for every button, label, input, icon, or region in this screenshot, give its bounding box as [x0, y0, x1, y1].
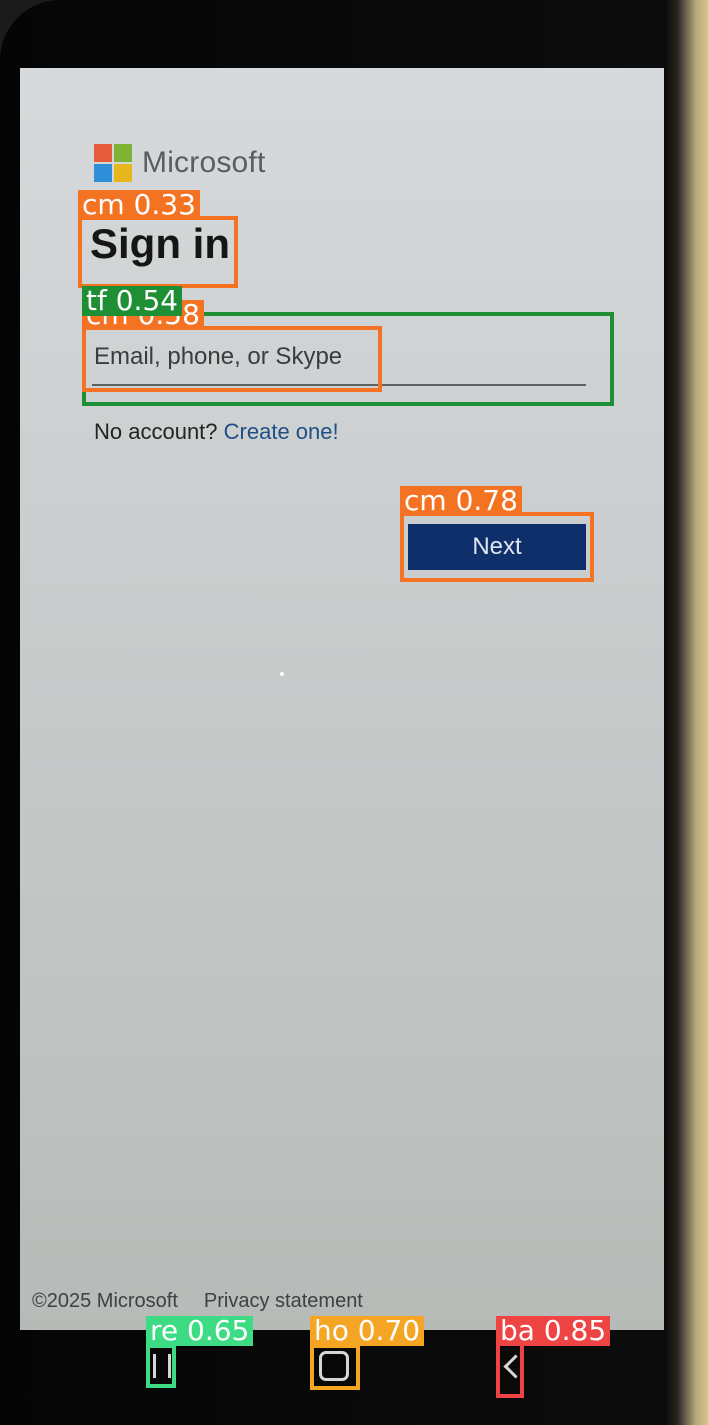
detection-box-home	[310, 1344, 360, 1390]
detection-box-title	[78, 216, 238, 288]
brand-name: Microsoft	[142, 146, 266, 179]
detection-box-next	[400, 512, 594, 582]
footer: ©2025 Microsoft Privacy statement	[32, 1290, 363, 1313]
touch-indicator	[280, 672, 284, 676]
copyright-text: ©2025 Microsoft	[32, 1290, 178, 1312]
privacy-link[interactable]: Privacy statement	[204, 1290, 363, 1313]
detection-tag-home: ho 0.70	[310, 1316, 425, 1346]
background-edge	[678, 0, 708, 1425]
microsoft-logo-icon	[94, 144, 132, 182]
microsoft-logo: Microsoft	[94, 144, 266, 182]
detection-box-email	[82, 326, 382, 392]
detection-tag-back: ba 0.85	[496, 1316, 611, 1346]
detection-tag-textfield: tf 0.54	[82, 286, 183, 316]
detection-tag-title: cm 0.33	[78, 190, 200, 220]
create-account-link[interactable]: Create one!	[224, 419, 339, 444]
no-account-text: No account? Create one!	[94, 414, 344, 450]
detection-tag-next: cm 0.78	[400, 486, 522, 516]
detection-box-recent	[146, 1344, 176, 1388]
detection-box-back	[496, 1342, 524, 1398]
no-account-label: No account?	[94, 419, 218, 444]
detection-tag-recent: re 0.65	[146, 1316, 254, 1346]
